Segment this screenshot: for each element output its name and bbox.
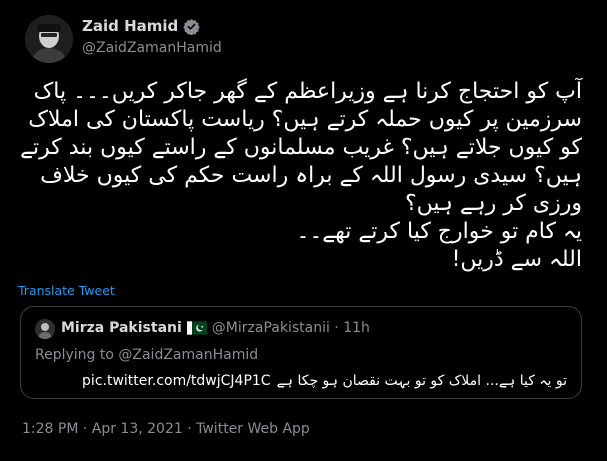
replying-to-mention[interactable]: @ZaidZamanHamid bbox=[118, 347, 258, 363]
tweet-author: Zaid Hamid @ZaidZamanHamid bbox=[82, 15, 222, 56]
author-display-name[interactable]: Zaid Hamid bbox=[82, 17, 178, 35]
quoted-tweet-text: pic.twitter.com/tdwjCJ4P1C تو یہ کیا ہے.… bbox=[82, 373, 567, 389]
quoted-author-name: Mirza Pakistani bbox=[61, 320, 182, 336]
quoted-media-link[interactable]: pic.twitter.com/tdwjCJ4P1C bbox=[82, 373, 271, 389]
verified-badge-icon bbox=[183, 18, 201, 35]
author-avatar[interactable] bbox=[25, 15, 73, 63]
quoted-author-handle: @MirzaPakistanii · 11h bbox=[211, 320, 370, 336]
profile-photo bbox=[35, 319, 55, 339]
quoted-urdu-text: تو یہ کیا ہے... املاک کو تو بہت نقصان ہو… bbox=[276, 373, 567, 389]
translate-tweet-link[interactable]: Translate Tweet bbox=[18, 283, 115, 298]
pakistan-flag-icon bbox=[186, 321, 207, 335]
quoted-author-avatar bbox=[35, 319, 55, 339]
tweet-text: آپ کو احتجاج کرنا ہے وزیراعظم کے گھر جاک… bbox=[20, 79, 582, 272]
tweet-meta-timestamp[interactable]: 1:28 PM · Apr 13, 2021 · Twitter Web App bbox=[22, 421, 310, 437]
replying-to-line: Replying to @ZaidZamanHamid bbox=[35, 347, 258, 363]
replying-to-label: Replying to bbox=[35, 347, 114, 363]
author-handle[interactable]: @ZaidZamanHamid bbox=[82, 40, 222, 56]
profile-photo bbox=[25, 15, 73, 63]
quoted-tweet[interactable]: Mirza Pakistani @MirzaPakistanii · 11h R… bbox=[20, 306, 582, 399]
